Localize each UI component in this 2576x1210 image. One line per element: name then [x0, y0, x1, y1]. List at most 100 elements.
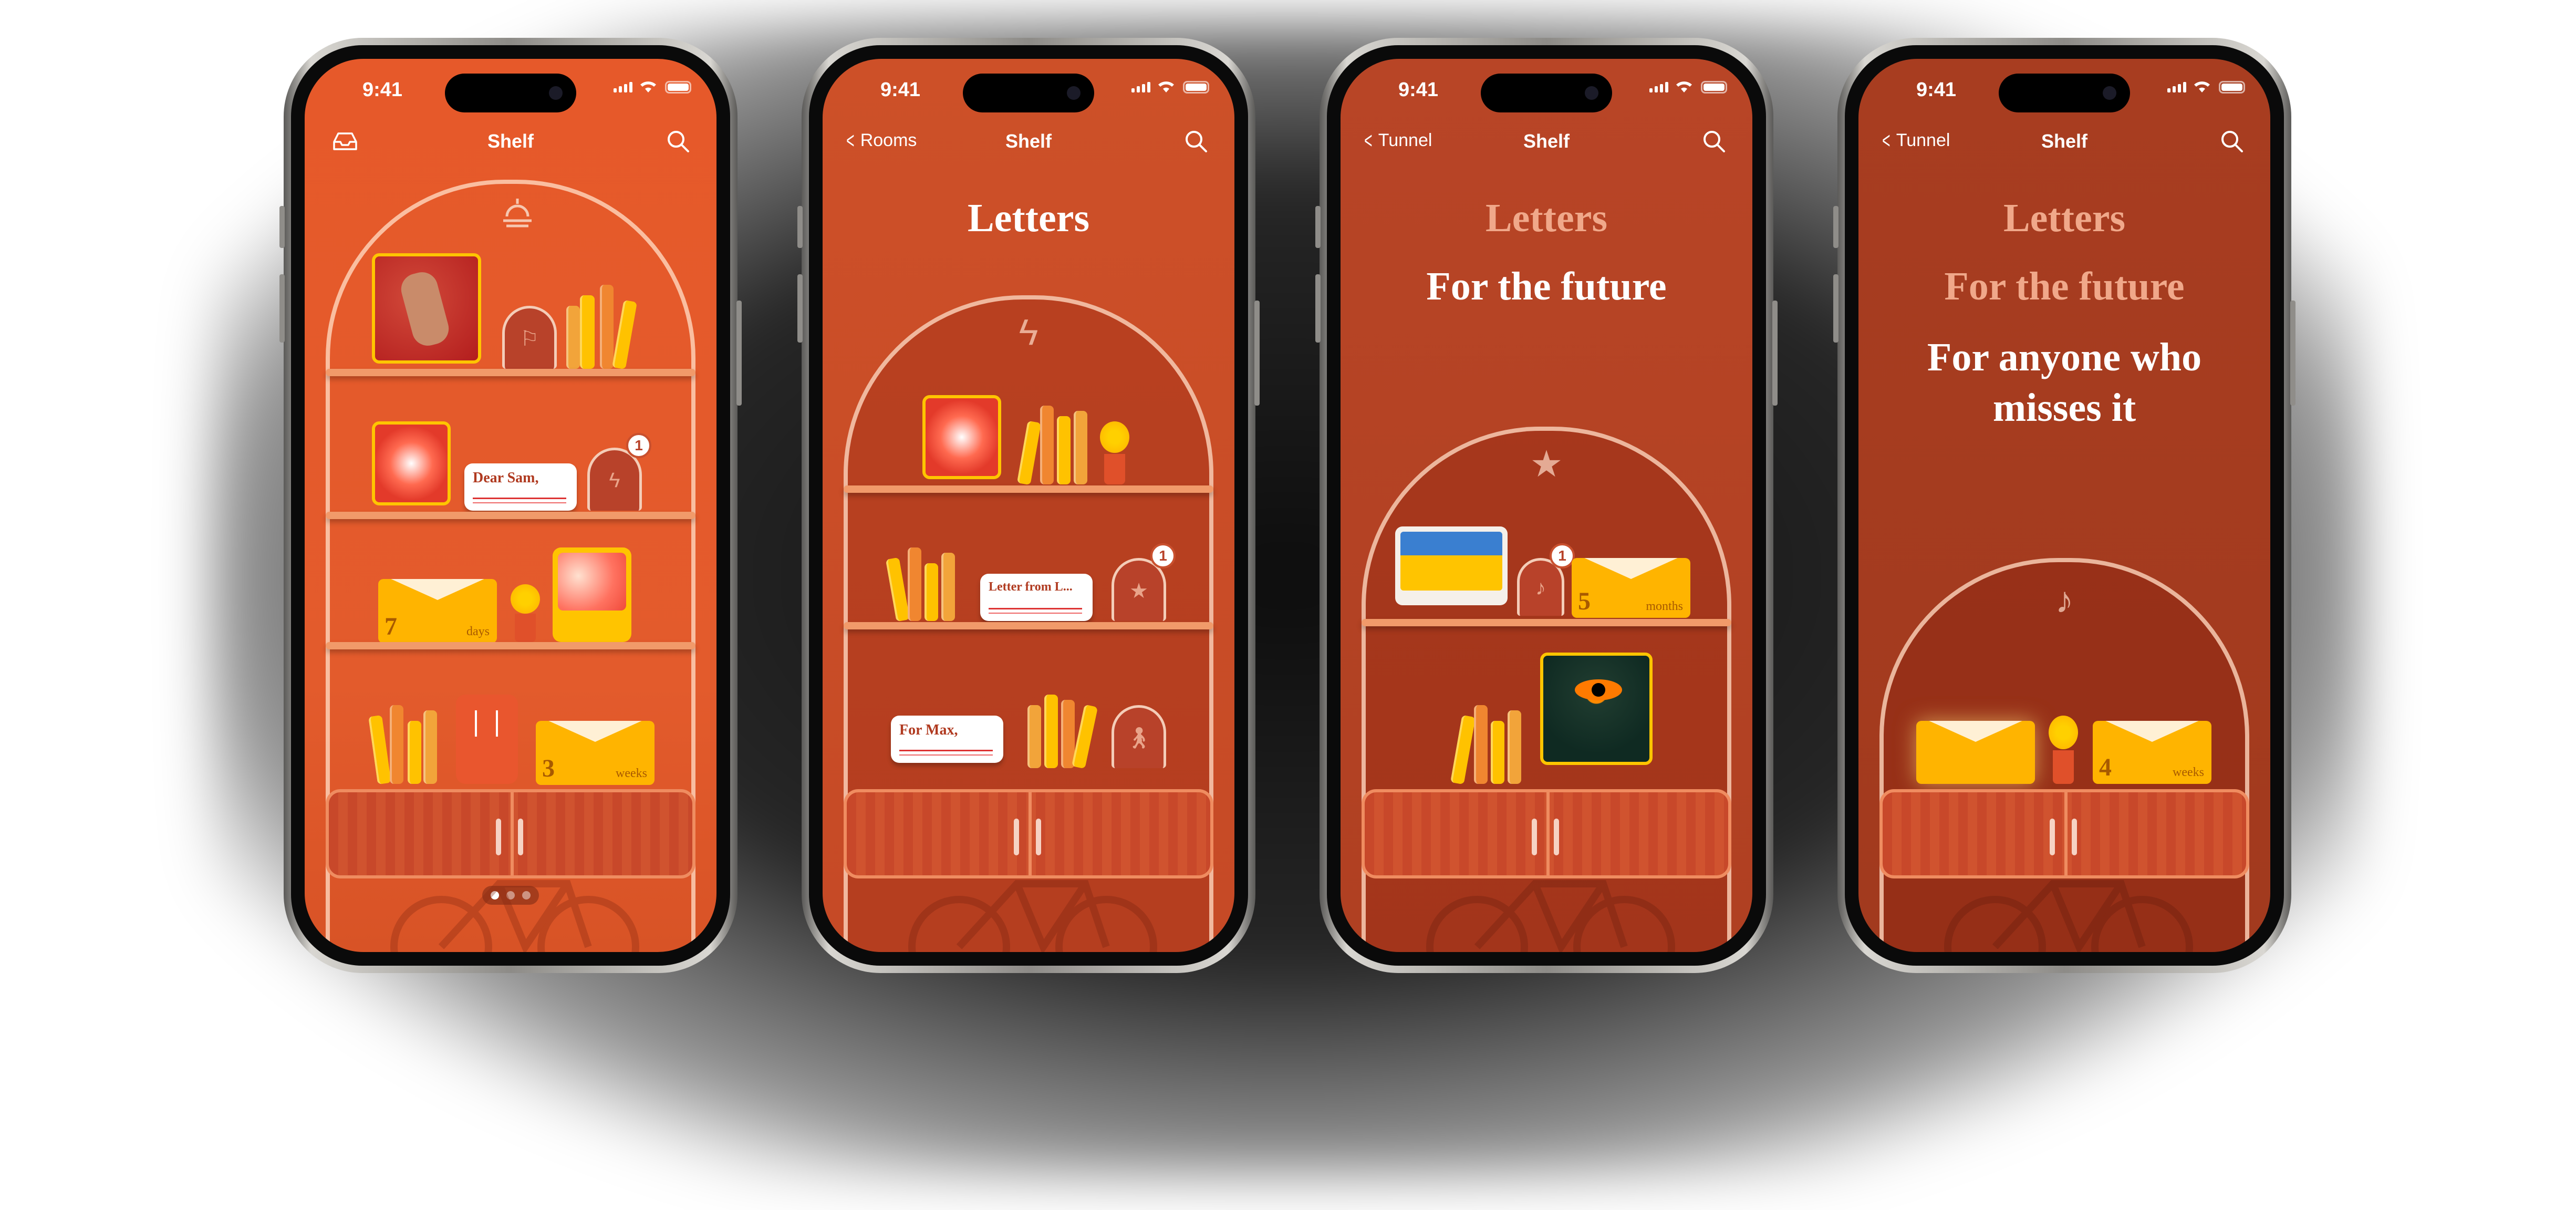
flag-tomb[interactable]: ⚐ [502, 306, 557, 369]
book[interactable] [1044, 695, 1058, 768]
heading-letters: Letters [2003, 196, 2126, 240]
radio-recorder[interactable] [456, 695, 518, 784]
book[interactable] [600, 285, 614, 369]
notification-badge: 1 [626, 433, 651, 458]
heading-letters: Letters [967, 196, 1090, 240]
painting-frame[interactable] [372, 253, 481, 364]
battery-icon [665, 81, 691, 94]
phone-4: 9:41 < Tunnel Shelf Letters For the futur… [1833, 38, 2295, 973]
wifi-icon [2194, 81, 2210, 92]
shelf [326, 369, 695, 376]
shelf [326, 642, 695, 649]
letter-card[interactable]: For Max, [891, 716, 1003, 763]
nav-title: Shelf [1523, 130, 1570, 152]
heading-future: For the future [1426, 264, 1667, 308]
nav-bar: < Tunnel Shelf [1341, 125, 1752, 159]
book[interactable] [1040, 406, 1054, 484]
search-icon[interactable] [1702, 129, 1726, 153]
screen-2: 9:41 < Rooms Shelf Letters ϟ Letter from… [823, 59, 1234, 952]
search-icon[interactable] [666, 129, 690, 153]
status-bar: 9:41 [1341, 59, 1752, 117]
envelope-7-days[interactable]: 7 days [378, 579, 497, 643]
book[interactable] [1491, 721, 1504, 784]
heading-letters: Letters [1485, 196, 1608, 240]
envelope-4-weeks[interactable]: 4 weeks [2093, 721, 2211, 784]
book[interactable] [1508, 710, 1521, 784]
lightning-icon: ϟ [1019, 312, 1038, 353]
wifi-icon [640, 81, 656, 92]
book[interactable] [941, 553, 955, 621]
notification-badge: 1 [1150, 543, 1176, 568]
phone-1: 9:41 Shelf ⚐ Dear Sam, ϟ 1 7 days 3 week… [279, 38, 742, 973]
book[interactable] [423, 710, 437, 784]
phone-3: 9:41 < Tunnel Shelf Letters For the futur… [1315, 38, 1778, 973]
status-bar: 9:41 [1858, 59, 2270, 117]
signal-icon [1131, 82, 1150, 92]
heading-future: For the future [1944, 264, 2185, 308]
letter-card[interactable]: Dear Sam, [464, 463, 577, 511]
envelope-unit: weeks [2173, 766, 2204, 779]
bicycle-icon [1426, 880, 1675, 952]
letter-card-text: For Max, [899, 722, 958, 738]
envelope-number: 7 [385, 613, 397, 640]
flower-pot[interactable] [1096, 421, 1133, 484]
eye-painting[interactable] [1540, 653, 1653, 765]
book[interactable] [1474, 705, 1488, 784]
letter-card[interactable]: Letter from L... [980, 574, 1093, 621]
walking-tomb[interactable]: 🚶︎ [1112, 705, 1166, 768]
letter-card-text: Dear Sam, [473, 470, 539, 486]
music-note-icon: ♪ [2055, 580, 2074, 620]
nav-title: Shelf [1005, 130, 1052, 152]
book[interactable] [908, 547, 921, 621]
nav-title: Shelf [487, 130, 534, 152]
shelf [844, 485, 1213, 493]
search-icon[interactable] [2220, 129, 2244, 153]
heading-anyone: For anyone who misses it [1927, 335, 2202, 430]
notification-badge: 1 [1550, 543, 1575, 568]
phone-2: 9:41 < Rooms Shelf Letters ϟ Letter from… [797, 38, 1260, 973]
sunrise-icon [503, 199, 532, 227]
envelope-unit: days [466, 625, 490, 638]
envelope-number: 3 [542, 754, 555, 782]
dynamic-island [1481, 74, 1612, 112]
book[interactable] [1027, 705, 1041, 768]
screen-1: 9:41 Shelf ⚐ Dear Sam, ϟ 1 7 days 3 week… [305, 59, 716, 952]
bicycle-icon [1944, 880, 2193, 952]
status-time: 9:41 [1398, 79, 1439, 101]
envelope-unit: weeks [616, 767, 647, 780]
flower-frame[interactable] [372, 421, 451, 505]
envelope-unlocked[interactable] [1916, 721, 2035, 784]
tv-screen[interactable] [1395, 526, 1508, 605]
flower-pot[interactable] [506, 584, 543, 642]
search-icon[interactable] [1184, 129, 1208, 153]
status-time: 9:41 [362, 79, 403, 101]
envelope-5-months[interactable]: 5 months [1572, 558, 1690, 618]
shelf [844, 622, 1213, 629]
signal-icon [1649, 82, 1668, 92]
book[interactable] [925, 563, 938, 621]
screen-3: 9:41 < Tunnel Shelf Letters For the futur… [1341, 59, 1752, 952]
book[interactable] [1057, 416, 1071, 484]
shelf [1362, 619, 1731, 626]
flower-pot[interactable] [2044, 716, 2081, 784]
status-time: 9:41 [880, 79, 921, 101]
status-bar: 9:41 [305, 59, 716, 117]
book[interactable] [1074, 411, 1087, 484]
nav-bar: < Rooms Shelf [823, 125, 1234, 159]
envelope-3-weeks[interactable]: 3 weeks [536, 721, 655, 785]
book[interactable] [390, 705, 403, 784]
bicycle-icon [390, 880, 639, 952]
book[interactable] [566, 306, 580, 369]
nav-bar: < Tunnel Shelf [1858, 125, 2270, 159]
star-icon: ★ [1530, 443, 1563, 484]
book[interactable] [580, 295, 595, 369]
battery-icon [2219, 81, 2245, 94]
envelope-number: 4 [2099, 753, 2112, 781]
signal-icon [2167, 82, 2186, 92]
mac-screen[interactable] [553, 547, 631, 642]
envelope-unit: months [1646, 599, 1683, 613]
envelope-number: 5 [1578, 587, 1591, 615]
book[interactable] [408, 721, 421, 784]
bicycle-icon [908, 880, 1157, 952]
flower-frame[interactable] [922, 395, 1001, 479]
